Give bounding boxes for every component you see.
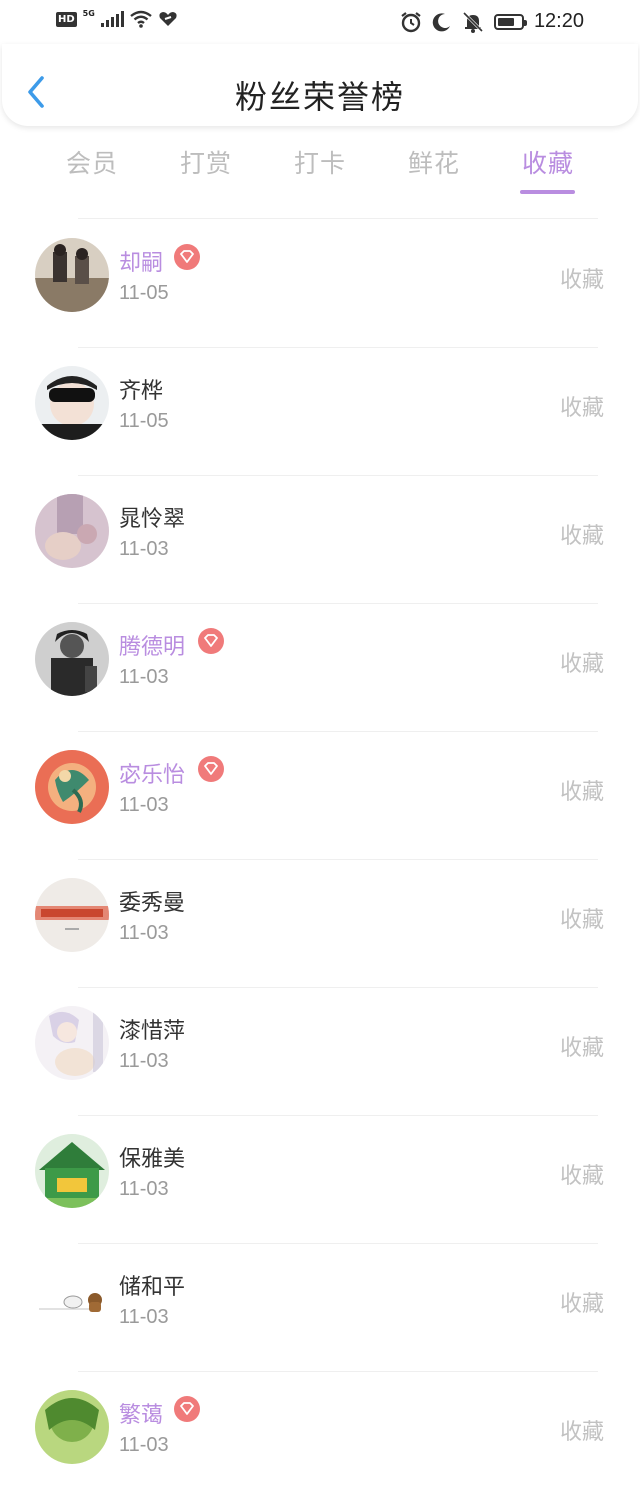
vip-diamond-icon — [174, 244, 200, 270]
page-header: 粉丝荣誉榜 — [2, 44, 638, 126]
active-tab-indicator — [520, 190, 575, 194]
favorite-date: 11-03 — [119, 1306, 169, 1328]
avatar — [35, 1006, 109, 1080]
hd-icon: HD — [56, 11, 77, 27]
list-item[interactable]: 漆惜萍 11-03 收藏 — [0, 988, 640, 1116]
favorite-label: 收藏 — [559, 908, 604, 933]
tab-member[interactable]: 会员 — [52, 144, 132, 180]
tab-favorites[interactable]: 收藏 — [508, 144, 588, 180]
favorite-label: 收藏 — [559, 396, 604, 421]
favorite-label: 收藏 — [559, 1420, 604, 1445]
favorite-date: 11-03 — [119, 666, 169, 688]
divider — [78, 218, 598, 219]
tab-reward[interactable]: 打赏 — [166, 144, 246, 180]
vip-diamond-icon — [174, 1396, 200, 1422]
favorite-label: 收藏 — [559, 1292, 604, 1317]
moon-icon — [432, 12, 450, 31]
favorite-date: 11-03 — [119, 1178, 169, 1200]
status-bar: HD 5G 12:20 — [0, 0, 640, 44]
favorite-date: 11-05 — [119, 410, 169, 432]
avatar — [35, 750, 109, 824]
vip-diamond-icon — [198, 628, 224, 654]
favorite-label: 收藏 — [559, 268, 604, 293]
favorite-label: 收藏 — [559, 780, 604, 805]
user-name: 却嗣 — [119, 251, 164, 276]
list-item[interactable]: 却嗣 11-05 收藏 — [0, 220, 640, 348]
favorite-date: 11-03 — [119, 922, 169, 944]
favorite-label: 收藏 — [559, 524, 604, 549]
list-item[interactable]: 腾德明 11-03 收藏 — [0, 604, 640, 732]
list-item[interactable]: 储和平 11-03 收藏 — [0, 1244, 640, 1372]
avatar — [35, 622, 109, 696]
user-name: 漆惜萍 — [119, 1019, 186, 1044]
list-item[interactable]: 保雅美 11-03 收藏 — [0, 1116, 640, 1244]
network-type: 5G — [82, 8, 95, 18]
list-item[interactable]: 委秀曼 11-03 收藏 — [0, 860, 640, 988]
user-name: 委秀曼 — [119, 891, 186, 916]
user-name: 齐桦 — [119, 379, 164, 404]
status-time: 12:20 — [533, 10, 584, 32]
favorite-label: 收藏 — [559, 1164, 604, 1189]
tab-flowers[interactable]: 鲜花 — [394, 144, 474, 180]
heart-link-icon — [159, 12, 177, 26]
avatar — [35, 1134, 109, 1208]
vip-diamond-icon — [198, 756, 224, 782]
avatar — [35, 494, 109, 568]
list-item[interactable]: 齐桦 11-05 收藏 — [0, 348, 640, 476]
bell-off-icon — [462, 11, 483, 33]
avatar — [35, 238, 109, 312]
fan-list: 却嗣 11-05 收藏 齐桦 11-05 收藏 晁怜翠 11-03 收藏 腾德明… — [0, 220, 640, 1500]
favorite-date: 11-03 — [119, 794, 169, 816]
alarm-icon — [401, 11, 421, 32]
avatar — [35, 1390, 109, 1464]
list-item[interactable]: 繁蔼 11-03 收藏 — [0, 1372, 640, 1500]
avatar — [35, 366, 109, 440]
user-name: 保雅美 — [119, 1147, 186, 1172]
user-name: 繁蔼 — [119, 1403, 164, 1428]
user-name: 晁怜翠 — [119, 507, 186, 532]
user-name: 宓乐怡 — [119, 763, 186, 788]
favorite-date: 11-03 — [119, 1050, 169, 1072]
wifi-icon — [130, 10, 152, 28]
favorite-date: 11-03 — [119, 538, 169, 560]
favorite-date: 11-03 — [119, 1434, 169, 1456]
user-name: 腾德明 — [119, 635, 186, 660]
list-item[interactable]: 晁怜翠 11-03 收藏 — [0, 476, 640, 604]
avatar — [35, 1262, 109, 1336]
battery-icon — [493, 13, 527, 30]
signal-icon — [100, 11, 124, 27]
tab-checkin[interactable]: 打卡 — [280, 144, 360, 180]
avatar — [35, 878, 109, 952]
user-name: 储和平 — [119, 1275, 186, 1300]
favorite-label: 收藏 — [559, 652, 604, 677]
page-title: 粉丝荣誉榜 — [234, 78, 405, 116]
favorite-date: 11-05 — [119, 282, 169, 304]
list-item[interactable]: 宓乐怡 11-03 收藏 — [0, 732, 640, 860]
favorite-label: 收藏 — [559, 1036, 604, 1061]
